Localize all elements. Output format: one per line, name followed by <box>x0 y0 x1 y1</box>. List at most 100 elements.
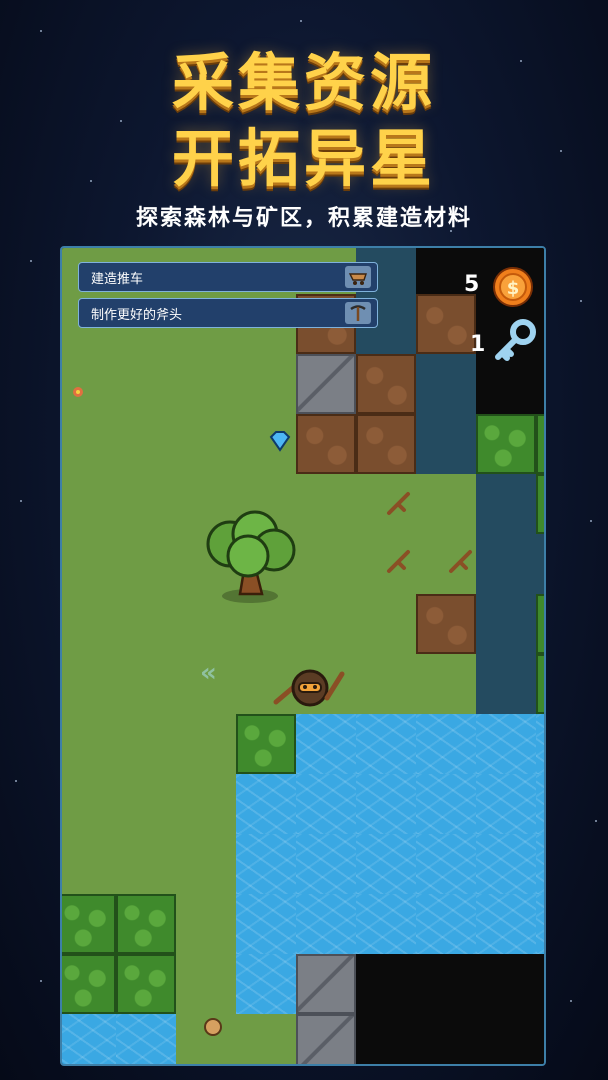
subtitle: 探索森林与矿区，积累建造材料 <box>135 206 472 231</box>
grass-tile <box>116 834 176 894</box>
water-tile <box>356 834 416 894</box>
grass-tile <box>176 714 236 774</box>
grass-tile <box>62 354 116 414</box>
tree-icon <box>200 510 304 610</box>
player-character[interactable] <box>272 658 348 718</box>
grass-tile <box>176 954 236 1014</box>
dirt-tile <box>416 594 476 654</box>
star <box>20 500 22 502</box>
water-tile <box>296 894 356 954</box>
dark-tile <box>476 954 536 1014</box>
pickaxe-icon <box>345 302 371 324</box>
bush-tile <box>116 894 176 954</box>
water-tile <box>236 954 296 1014</box>
dark-tile <box>416 954 476 1014</box>
grass-tile <box>296 474 356 534</box>
water-tile <box>416 894 476 954</box>
water-tile <box>476 714 536 774</box>
coin-icon: $ <box>492 266 534 312</box>
grass-tile <box>116 654 176 714</box>
star <box>15 780 17 782</box>
shadow-tile <box>476 534 536 594</box>
shadow-tile <box>476 654 536 714</box>
tile-map <box>62 248 544 1064</box>
water-tile <box>536 894 544 954</box>
grass-tile <box>176 414 236 474</box>
bush-tile <box>536 654 544 714</box>
game-viewport[interactable]: 建造推车 制作更好的斧头 5 $ 1 « <box>60 246 546 1066</box>
dark-tile <box>356 954 416 1014</box>
grass-tile <box>116 354 176 414</box>
star <box>590 520 592 522</box>
dark-tile <box>536 248 544 294</box>
grass-tile <box>116 714 176 774</box>
grass-tile <box>62 654 116 714</box>
dirt-tile <box>296 414 356 474</box>
grass-tile <box>176 774 236 834</box>
dark-tile <box>536 954 544 1014</box>
shadow-tile <box>416 414 476 474</box>
coin-count: 5 <box>464 272 480 297</box>
water-tile <box>296 834 356 894</box>
bush-tile <box>536 414 544 474</box>
task-label: 建造推车 <box>91 271 144 287</box>
gem-icon <box>268 430 292 456</box>
star <box>580 300 582 302</box>
water-tile <box>476 774 536 834</box>
grass-tile <box>176 834 236 894</box>
shadow-tile <box>536 534 544 594</box>
bush-tile <box>536 474 544 534</box>
bush-tile <box>62 894 116 954</box>
grass-tile <box>296 534 356 594</box>
grass-tile <box>176 354 236 414</box>
dark-tile <box>536 1014 544 1064</box>
grass-tile <box>236 354 296 414</box>
grass-tile <box>116 414 176 474</box>
flower-icon <box>70 384 86 404</box>
stick-icon <box>446 546 476 580</box>
water-tile <box>416 834 476 894</box>
water-tile <box>296 714 356 774</box>
ore-icon <box>198 1014 228 1044</box>
dirt-tile <box>356 354 416 414</box>
water-tile <box>536 834 544 894</box>
shadow-tile <box>476 474 536 534</box>
water-tile <box>536 774 544 834</box>
dark-tile <box>356 1014 416 1064</box>
grass-tile <box>116 534 176 594</box>
water-tile <box>356 714 416 774</box>
grass-tile <box>62 414 116 474</box>
bush-tile <box>62 954 116 1014</box>
star <box>300 20 302 22</box>
water-tile <box>236 894 296 954</box>
grass-tile <box>116 774 176 834</box>
headline-line-2: 开拓异星 <box>171 122 436 195</box>
task-craft-axe[interactable]: 制作更好的斧头 <box>78 298 378 328</box>
water-tile <box>236 774 296 834</box>
shadow-tile <box>476 594 536 654</box>
star <box>30 260 32 262</box>
task-build-cart[interactable]: 建造推车 <box>78 262 378 292</box>
stick-icon <box>384 546 414 580</box>
stone-tile <box>296 354 356 414</box>
bush-tile <box>476 414 536 474</box>
svg-text:$: $ <box>507 278 520 299</box>
water-tile <box>356 894 416 954</box>
water-tile <box>116 1014 176 1064</box>
stick-icon <box>384 488 414 522</box>
grass-tile <box>356 654 416 714</box>
water-tile <box>416 714 476 774</box>
bush-tile <box>536 594 544 654</box>
key-icon <box>490 318 538 368</box>
grass-tile <box>116 594 176 654</box>
water-tile <box>296 774 356 834</box>
water-tile <box>356 774 416 834</box>
dark-tile <box>416 1014 476 1064</box>
water-tile <box>236 834 296 894</box>
stone-tile <box>296 954 356 1014</box>
grass-tile <box>116 474 176 534</box>
cart-icon <box>345 266 371 288</box>
stone-tile <box>296 1014 356 1064</box>
grass-tile <box>62 474 116 534</box>
direction-arrow-icon: « <box>200 658 217 688</box>
